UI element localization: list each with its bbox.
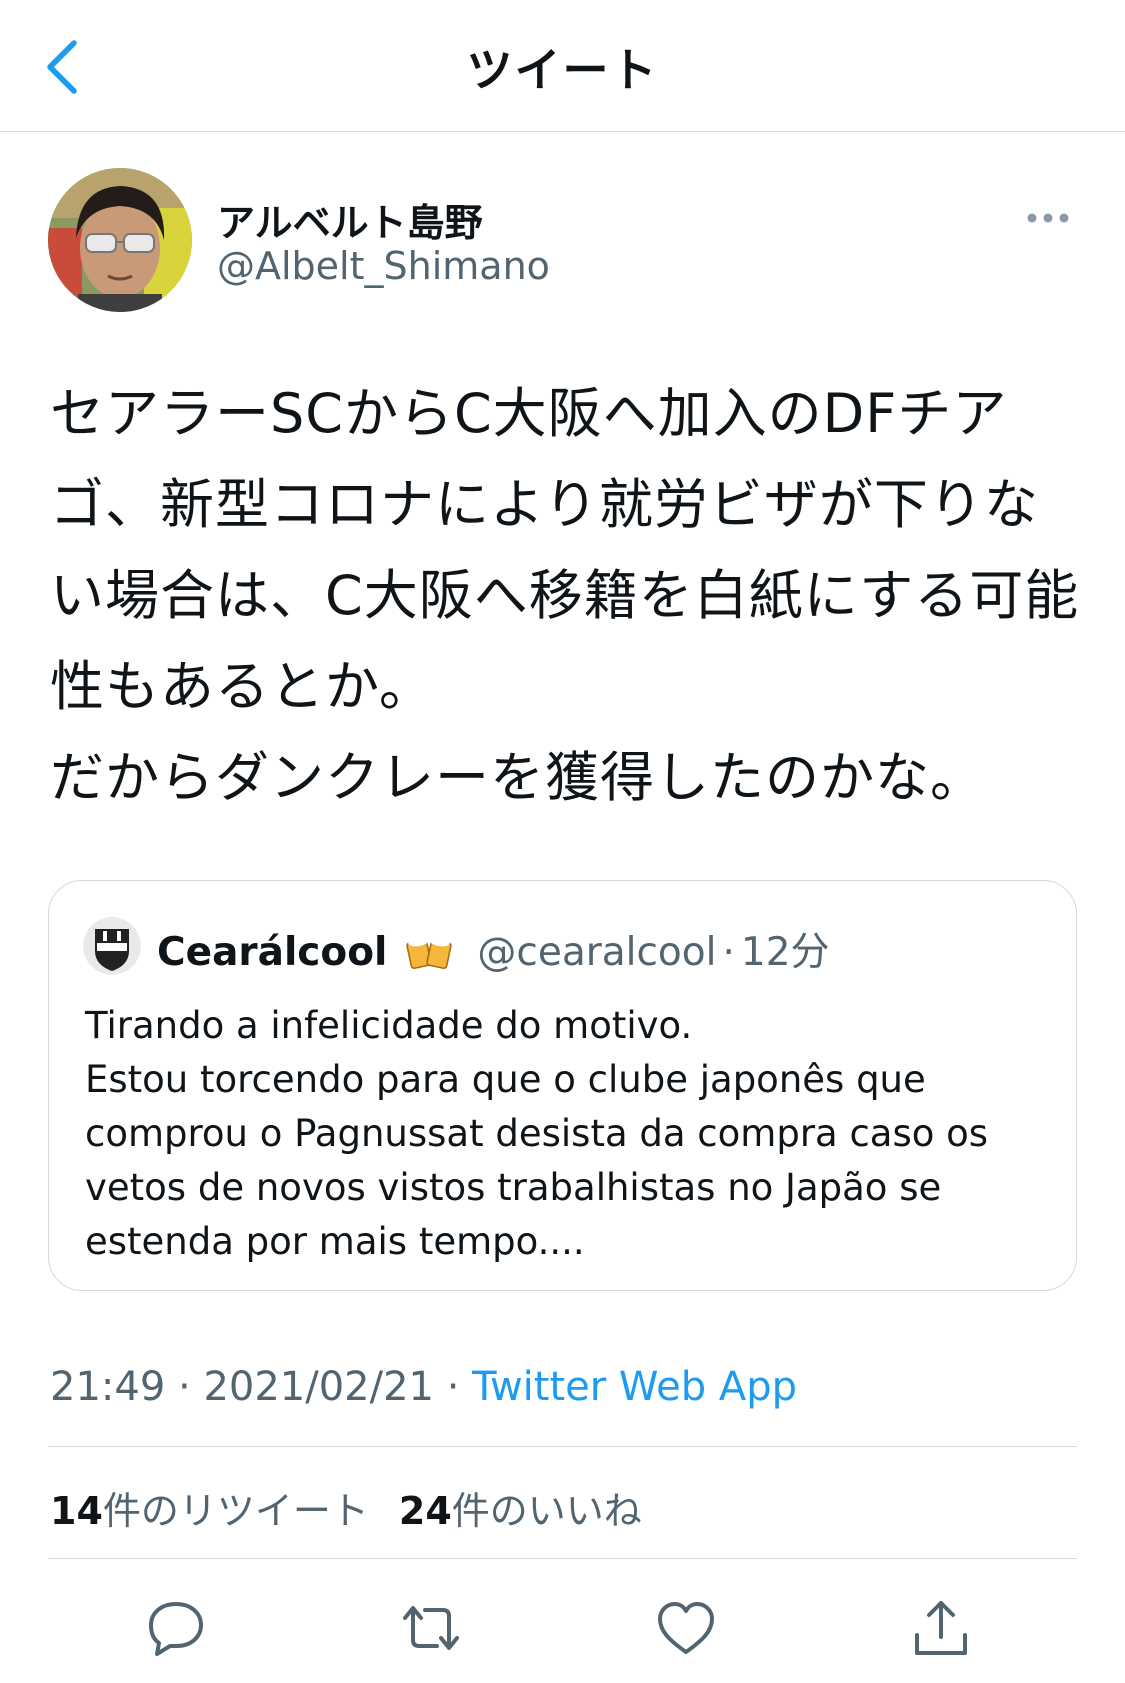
quote-header: Cearálcool @cearalcool · 12分 bbox=[157, 921, 830, 977]
quoted-tweet[interactable]: Cearálcool @cearalcool · 12分 Tirando a i… bbox=[48, 880, 1077, 1291]
quote-avatar bbox=[83, 917, 141, 975]
author-handle[interactable]: @Albelt_Shimano bbox=[217, 244, 550, 288]
tweet-source-link[interactable]: Twitter Web App bbox=[472, 1364, 797, 1410]
top-bar: ツイート bbox=[0, 0, 1125, 132]
retweet-icon bbox=[403, 1606, 459, 1650]
like-button[interactable] bbox=[650, 1592, 722, 1664]
reply-icon bbox=[149, 1602, 203, 1656]
share-icon bbox=[915, 1601, 967, 1655]
tweet-text: セアラーSCからC大阪へ加入のDFチアゴ、新型コロナにより就労ビザが下りない場合… bbox=[50, 382, 1080, 809]
tweet-stats: 14件のリツイート 24件のいいね bbox=[50, 1480, 642, 1535]
meta-separator: · bbox=[165, 1364, 204, 1410]
avatar[interactable] bbox=[48, 168, 192, 312]
retweet-button[interactable] bbox=[395, 1592, 467, 1664]
more-options-button[interactable] bbox=[1022, 200, 1074, 236]
cearalcool-logo-icon bbox=[83, 917, 141, 975]
retweets-stat[interactable]: 14件のリツイート bbox=[50, 1480, 369, 1535]
quote-text: Tirando a infelicidade do motivo. Estou … bbox=[85, 1004, 989, 1263]
avatar-image bbox=[48, 168, 192, 312]
more-icon bbox=[1027, 213, 1069, 223]
likes-stat[interactable]: 24件のいいね bbox=[399, 1480, 642, 1535]
tweet-time: 21:49 bbox=[50, 1364, 166, 1410]
reply-button[interactable] bbox=[140, 1592, 212, 1664]
tweet-meta: 21:49 · 2021/02/21 · Twitter Web App bbox=[50, 1364, 797, 1410]
page-title: ツイート bbox=[466, 43, 659, 97]
divider bbox=[48, 1558, 1077, 1559]
beer-mugs-icon bbox=[405, 931, 455, 971]
author-name[interactable]: アルベルト島野 bbox=[217, 192, 483, 247]
retweets-label: 件のリツイート bbox=[102, 1489, 369, 1533]
tweet-date: 2021/02/21 bbox=[203, 1364, 434, 1410]
divider bbox=[48, 1446, 1077, 1447]
meta-separator: · bbox=[433, 1364, 473, 1410]
share-button[interactable] bbox=[905, 1592, 977, 1664]
retweets-count: 14 bbox=[50, 1489, 103, 1533]
like-icon bbox=[658, 1602, 714, 1654]
likes-count: 24 bbox=[398, 1489, 452, 1533]
quote-author-handle: @cearalcool bbox=[477, 930, 717, 975]
likes-label: 件のいいね bbox=[451, 1489, 642, 1533]
quote-timestamp: 12分 bbox=[740, 930, 830, 975]
quote-separator: · bbox=[722, 930, 735, 975]
quote-author-name: Cearálcool bbox=[157, 930, 388, 975]
